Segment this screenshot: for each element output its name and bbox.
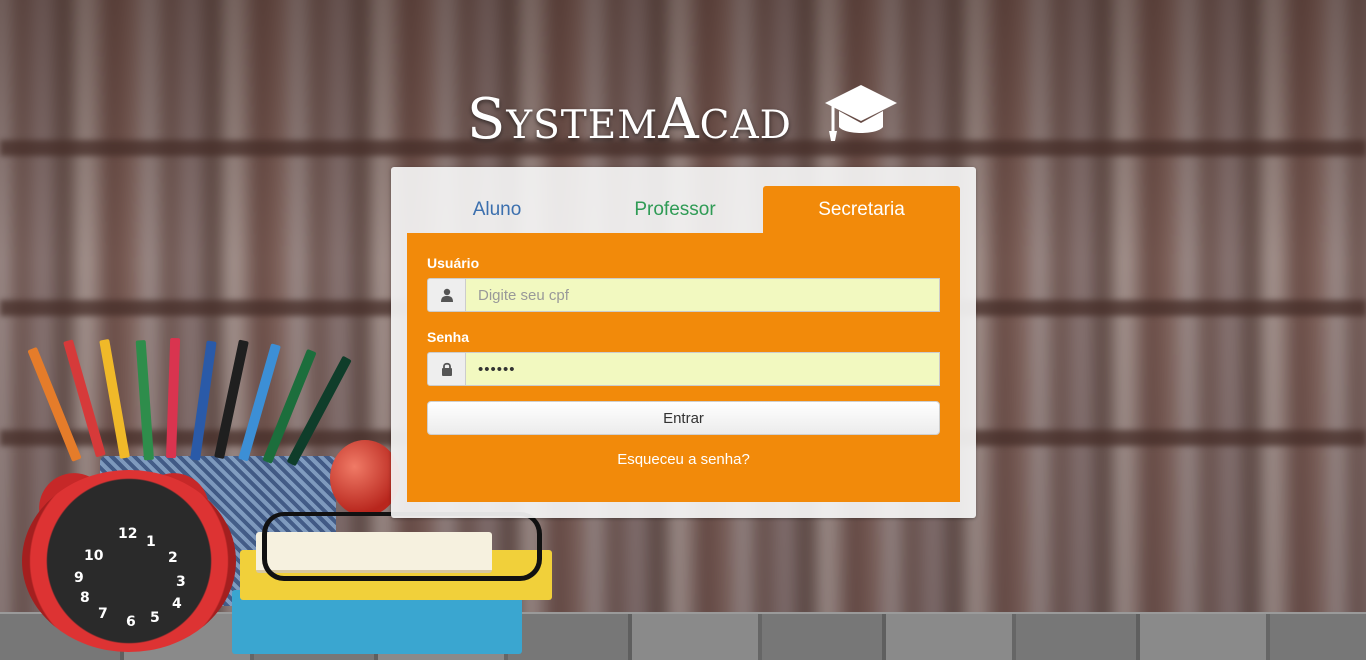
password-group: •••••• [427, 352, 940, 386]
lock-icon [427, 352, 466, 386]
clock-number: 5 [150, 610, 160, 626]
graduation-cap-icon [823, 83, 899, 145]
login-page: 12 1 2 3 4 5 6 7 8 9 10 SystemAcad Aluno… [0, 0, 1366, 660]
clock-number: 1 [146, 534, 156, 550]
login-form: Usuário Senha •••••• [407, 233, 960, 502]
clock-number: 3 [176, 574, 186, 590]
glasses-image [262, 512, 542, 581]
clock-number: 6 [126, 614, 136, 630]
username-label: Usuário [427, 255, 480, 271]
clock-number: 9 [74, 570, 84, 586]
user-icon [427, 278, 466, 312]
tab-secretaria[interactable]: Secretaria [763, 186, 960, 233]
clock-number: 10 [84, 548, 104, 564]
alarm-clock-image: 12 1 2 3 4 5 6 7 8 9 10 [22, 470, 236, 652]
apple-image [330, 440, 400, 516]
clock-number: 8 [80, 590, 90, 606]
tab-professor[interactable]: Professor [587, 186, 763, 233]
password-label: Senha [427, 329, 470, 345]
clock-number: 2 [168, 550, 178, 566]
clock-number: 4 [172, 596, 182, 612]
username-group [427, 278, 940, 312]
app-logo: SystemAcad [0, 85, 1366, 152]
forgot-password-link[interactable]: Esqueceu a senha? [407, 451, 960, 468]
login-card: Aluno Professor Secretaria Usuário Senha [391, 167, 976, 518]
clock-number: 7 [98, 606, 108, 622]
entrar-button[interactable]: Entrar [427, 401, 940, 435]
tab-aluno[interactable]: Aluno [407, 186, 587, 233]
role-tabs: Aluno Professor Secretaria [407, 186, 960, 233]
password-input[interactable]: •••••• [466, 352, 940, 386]
username-input[interactable] [466, 278, 940, 312]
clock-number: 12 [118, 526, 138, 542]
app-title: SystemAcad [466, 87, 792, 152]
